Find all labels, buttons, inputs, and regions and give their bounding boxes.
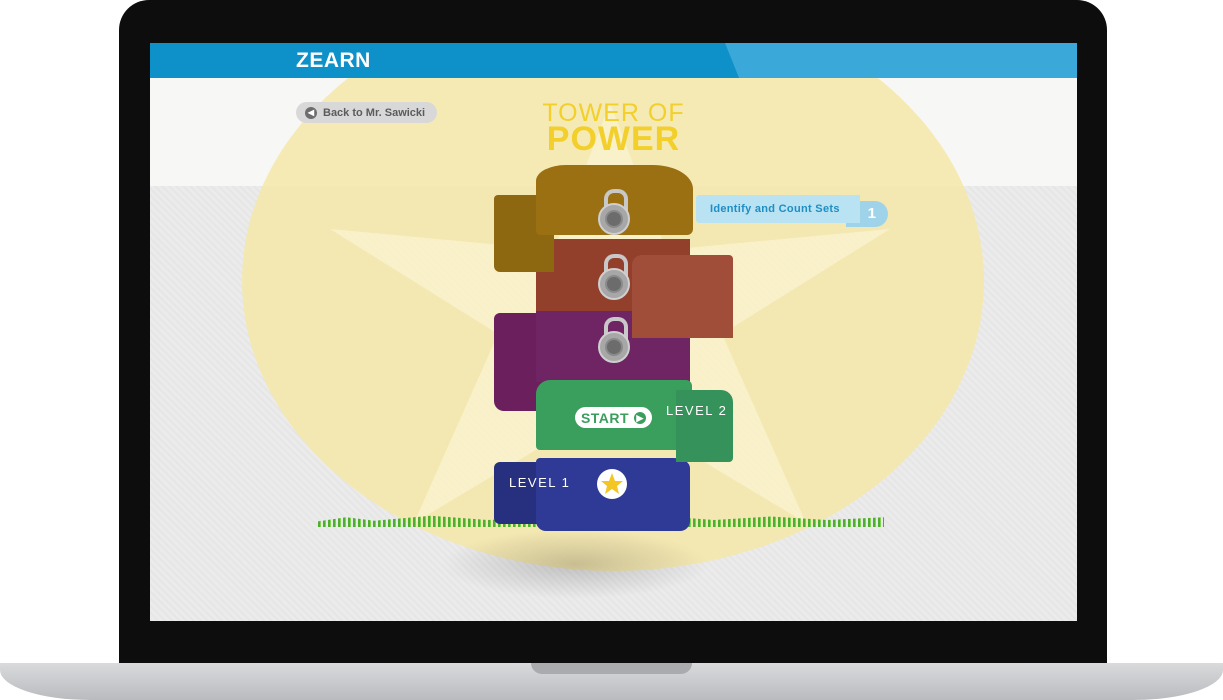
top-bar-highlight [725,43,1077,78]
arrow-right-icon: ▶ [634,411,647,424]
lock-icon [598,189,630,235]
level-2-flap [676,390,733,462]
lock-dial [607,340,621,354]
zearn-logo[interactable]: ZEARN [296,49,371,73]
star-icon [601,473,623,494]
start-label: START [580,409,630,426]
top-nav-bar: ZEARN [150,43,1077,78]
lock-dial [607,212,621,226]
lock-icon [598,254,630,300]
tower-shadow [440,529,710,599]
level-1-label: LEVEL 1 [509,475,571,490]
mission-flag[interactable]: Identify and Count Sets [696,195,860,223]
laptop-notch [531,663,692,674]
tower-level-5 [494,165,693,272]
lock-icon [598,317,630,363]
lock-dial [607,277,621,291]
level-1-complete-badge [597,469,627,499]
mission-label: Identify and Count Sets [710,203,840,215]
game-title-bottom: POWER [546,120,681,158]
app-screen: ZEARN ◀ Back to Mr. Sawicki TOWER OF POW… [150,43,1077,621]
start-level-button[interactable]: START ▶ [575,407,652,428]
tower-level-1[interactable] [494,458,690,531]
level-2-label: LEVEL 2 [666,403,728,418]
